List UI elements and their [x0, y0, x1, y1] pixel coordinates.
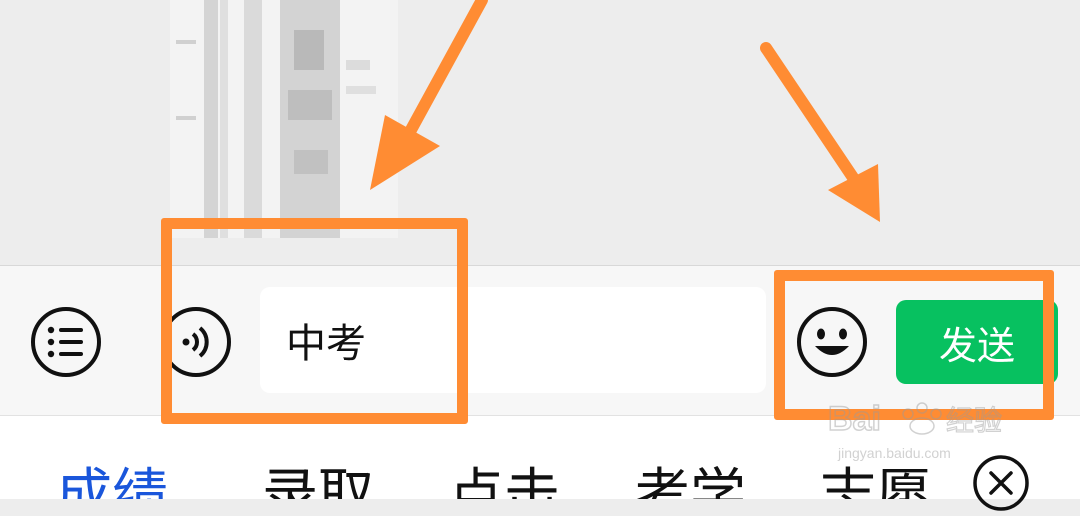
send-button-label: 发送 — [938, 323, 1015, 368]
list-menu-icon[interactable] — [30, 306, 102, 378]
voice-input-icon[interactable] — [160, 306, 232, 378]
message-input-value: 中考 — [286, 321, 366, 367]
blurred-image-content — [170, 0, 398, 238]
suggestion-item[interactable]: 录取 — [262, 450, 374, 499]
suggestion-item[interactable]: 志愿 — [820, 450, 932, 499]
image-message-thumbnail[interactable] — [170, 0, 398, 238]
chat-area — [0, 0, 1080, 265]
suggestion-item[interactable]: 考学 — [634, 450, 746, 499]
send-button[interactable]: 发送 — [896, 300, 1058, 384]
emoji-icon[interactable] — [796, 306, 868, 378]
suggestion-item[interactable]: 成绩 — [56, 450, 168, 499]
close-circle-icon[interactable] — [972, 454, 1030, 512]
input-suggestion-bar: 成绩 录取 点击 考学 志愿 — [0, 415, 1080, 499]
suggestion-item[interactable]: 点击 — [448, 450, 560, 499]
message-text-input[interactable]: 中考 — [260, 287, 766, 393]
